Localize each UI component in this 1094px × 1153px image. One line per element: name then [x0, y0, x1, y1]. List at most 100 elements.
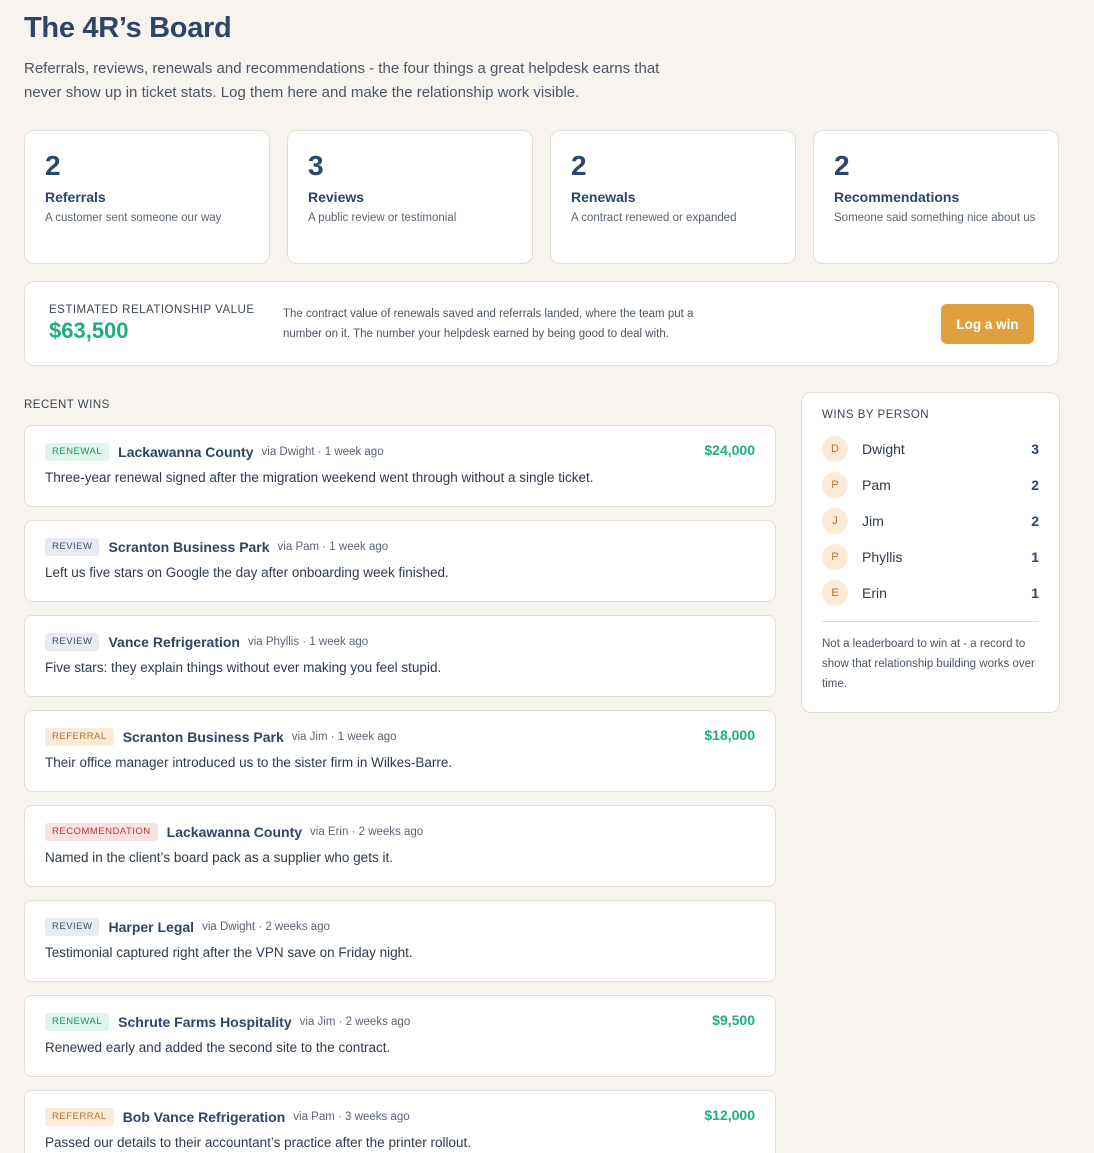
win-text: Testimonial captured right after the VPN… — [45, 945, 413, 960]
win-client: Harper Legal — [108, 919, 195, 935]
person-name: Pam — [862, 477, 891, 493]
person-row: P Phyllis 1 — [822, 539, 1039, 575]
person-win-count: 1 — [1031, 585, 1039, 601]
avatar: D — [822, 436, 848, 462]
stat-description: A customer sent someone our way — [45, 212, 222, 224]
avatar: P — [822, 544, 848, 570]
win-amount: $12,000 — [704, 1107, 755, 1123]
win-text: Left us five stars on Google the day aft… — [45, 565, 449, 580]
win-type-tag: RENEWAL — [45, 443, 110, 461]
page-subtitle: Referrals, reviews, renewals and recomme… — [24, 60, 660, 101]
win-card[interactable]: RENEWAL Schrute Farms Hospitality via Ji… — [24, 995, 776, 1077]
win-client: Lackawanna County — [118, 444, 254, 460]
win-meta: via Jim · 1 week ago — [291, 731, 397, 743]
win-meta: via Pam · 1 week ago — [277, 541, 389, 553]
page-title: The 4R’s Board — [24, 12, 232, 44]
win-list: RENEWAL Lackawanna County via Dwight · 1… — [24, 425, 776, 1153]
win-meta: via Dwight · 1 week ago — [261, 446, 384, 458]
win-meta: via Pam · 3 weeks ago — [293, 1111, 410, 1123]
win-client: Bob Vance Refrigeration — [122, 1109, 286, 1125]
win-client: Vance Refrigeration — [108, 634, 240, 650]
win-card[interactable]: RENEWAL Lackawanna County via Dwight · 1… — [24, 425, 776, 507]
win-text: Three-year renewal signed after the migr… — [45, 470, 594, 485]
board-page: The 4R’s Board Referrals, reviews, renew… — [0, 0, 1094, 1153]
avatar: J — [822, 508, 848, 534]
stat-card-renewals: 2 Renewals A contract renewed or expande… — [550, 130, 796, 264]
win-type-tag: REVIEW — [45, 633, 100, 651]
win-text: Named in the client’s board pack as a su… — [45, 850, 393, 865]
person-win-count: 2 — [1031, 477, 1039, 493]
person-name: Erin — [862, 585, 887, 601]
win-header: REVIEW Scranton Business Park via Pam · … — [45, 537, 755, 557]
win-header: REVIEW Harper Legal via Dwight · 2 weeks… — [45, 917, 755, 937]
win-card[interactable]: RECOMMENDATION Lackawanna County via Eri… — [24, 805, 776, 887]
person-win-count: 1 — [1031, 549, 1039, 565]
win-meta: via Phyllis · 1 week ago — [247, 636, 369, 648]
win-type-tag: REFERRAL — [45, 1108, 114, 1126]
recent-wins-heading: RECENT WINS — [24, 399, 110, 411]
person-row: P Pam 2 — [822, 467, 1039, 503]
win-type-tag: REVIEW — [45, 918, 100, 936]
wins-by-person-panel: WINS BY PERSON D Dwight 3 P Pam 2 J Jim … — [801, 392, 1060, 713]
win-type-tag: RENEWAL — [45, 1013, 110, 1031]
value-summary: ESTIMATED RELATIONSHIP VALUE $63,500 — [49, 304, 283, 344]
stat-count: 2 — [834, 150, 850, 181]
win-meta: via Erin · 2 weeks ago — [310, 826, 424, 838]
win-card[interactable]: REFERRAL Bob Vance Refrigeration via Pam… — [24, 1090, 776, 1153]
win-amount: $18,000 — [704, 727, 755, 743]
win-type-tag: RECOMMENDATION — [45, 823, 158, 841]
person-row: D Dwight 3 — [822, 431, 1039, 467]
avatar: E — [822, 580, 848, 606]
win-amount: $9,500 — [712, 1012, 755, 1028]
person-win-count: 2 — [1031, 513, 1039, 529]
win-client: Lackawanna County — [166, 824, 303, 840]
person-name: Jim — [862, 513, 884, 529]
person-list: D Dwight 3 P Pam 2 J Jim 2 P Phyllis 1 E… — [822, 431, 1039, 611]
win-header: REVIEW Vance Refrigeration via Phyllis ·… — [45, 632, 755, 652]
log-a-win-button[interactable]: Log a win — [941, 304, 1034, 344]
value-label: ESTIMATED RELATIONSHIP VALUE — [49, 303, 255, 316]
avatar: P — [822, 472, 848, 498]
stat-label: Reviews — [308, 189, 365, 205]
win-header: REFERRAL Scranton Business Park via Jim … — [45, 727, 755, 747]
person-name: Phyllis — [862, 549, 903, 565]
stat-label: Referrals — [45, 189, 106, 205]
win-header: RENEWAL Schrute Farms Hospitality via Ji… — [45, 1012, 755, 1032]
win-card[interactable]: REFERRAL Scranton Business Park via Jim … — [24, 710, 776, 792]
win-text: Renewed early and added the second site … — [45, 1040, 391, 1055]
person-row: E Erin 1 — [822, 575, 1039, 611]
win-type-tag: REVIEW — [45, 538, 100, 556]
win-text: Five stars: they explain things without … — [45, 660, 442, 675]
stat-card-referrals: 2 Referrals A customer sent someone our … — [24, 130, 270, 264]
win-amount: $24,000 — [704, 442, 755, 458]
recent-wins: RECENT WINS RENEWAL Lackawanna County vi… — [24, 399, 776, 1153]
win-client: Schrute Farms Hospitality — [118, 1014, 292, 1030]
win-meta: via Jim · 2 weeks ago — [299, 1016, 411, 1028]
divider — [822, 621, 1039, 622]
stat-card-recommendations: 2 Recommendations Someone said something… — [813, 130, 1059, 264]
win-text: Their office manager introduced us to th… — [45, 755, 453, 770]
stat-count: 2 — [571, 150, 587, 181]
stats-row: 2 Referrals A customer sent someone our … — [24, 130, 1070, 264]
stat-label: Renewals — [571, 189, 636, 205]
stat-description: A contract renewed or expanded — [571, 212, 737, 224]
win-type-tag: REFERRAL — [45, 728, 114, 746]
stat-count: 2 — [45, 150, 61, 181]
win-client: Scranton Business Park — [122, 729, 284, 745]
win-header: RENEWAL Lackawanna County via Dwight · 1… — [45, 442, 755, 462]
win-card[interactable]: REVIEW Vance Refrigeration via Phyllis ·… — [24, 615, 776, 697]
win-client: Scranton Business Park — [108, 539, 270, 555]
value-amount: $63,500 — [49, 317, 129, 343]
stat-card-reviews: 3 Reviews A public review or testimonial — [287, 130, 533, 264]
win-header: REFERRAL Bob Vance Refrigeration via Pam… — [45, 1107, 755, 1127]
win-card[interactable]: REVIEW Scranton Business Park via Pam · … — [24, 520, 776, 602]
stat-description: A public review or testimonial — [308, 212, 457, 224]
win-meta: via Dwight · 2 weeks ago — [202, 921, 330, 933]
relationship-value-card: ESTIMATED RELATIONSHIP VALUE $63,500 The… — [24, 281, 1059, 366]
stat-count: 3 — [308, 150, 324, 181]
win-card[interactable]: REVIEW Harper Legal via Dwight · 2 weeks… — [24, 900, 776, 982]
stat-label: Recommendations — [834, 189, 960, 205]
wins-by-person-heading: WINS BY PERSON — [822, 409, 930, 421]
win-header: RECOMMENDATION Lackawanna County via Eri… — [45, 822, 755, 842]
person-row: J Jim 2 — [822, 503, 1039, 539]
